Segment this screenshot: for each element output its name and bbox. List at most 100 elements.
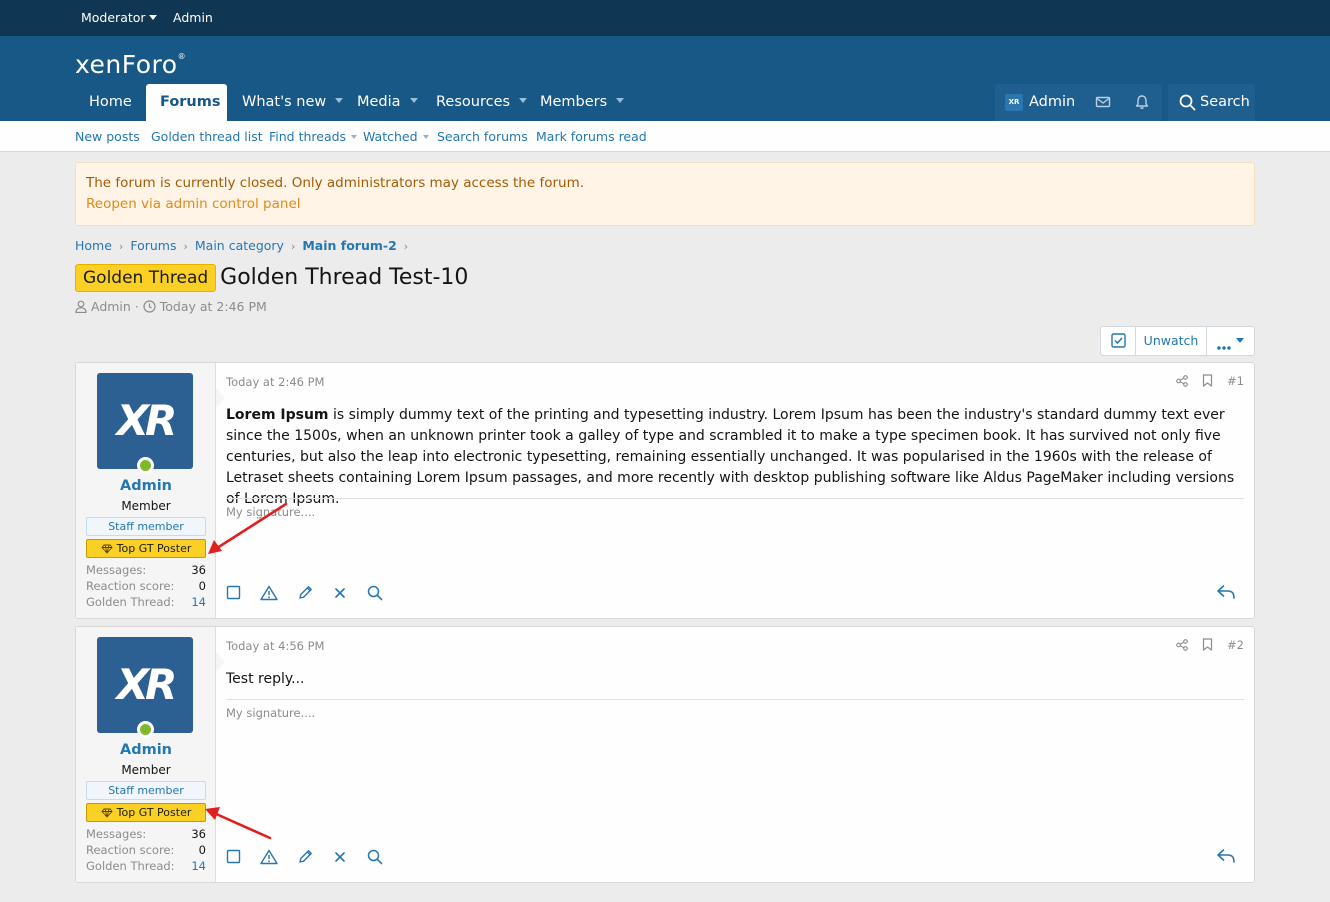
account-name[interactable]: Admin [1029,84,1075,121]
stat-golden-thread: Golden Thread: 14 [86,595,206,609]
delete-x-icon[interactable] [333,850,347,868]
chevron-down-icon [616,98,625,103]
search-button[interactable]: Search [1168,84,1255,121]
site-header: xenForo® Home Forums What's new Media Re… [0,36,1330,121]
unwatch-button[interactable]: Unwatch [1136,327,1207,355]
thread-title-row: Golden Thread Golden Thread Test-10 [75,264,468,292]
more-options-button[interactable] [1207,327,1254,355]
chevron-right-icon: › [118,240,124,253]
clock-icon [143,299,156,314]
forum-closed-notice: The forum is currently closed. Only admi… [75,162,1255,226]
post-timestamp[interactable]: Today at 4:56 PM [226,639,324,653]
post-number[interactable]: #2 [1227,638,1244,652]
stat-messages: Messages: 36 [86,827,206,841]
avatar[interactable]: XR [97,637,193,733]
delete-x-icon[interactable] [333,586,347,604]
notice-message: The forum is currently closed. Only admi… [86,175,585,191]
online-indicator-icon [137,457,154,474]
edit-pencil-icon[interactable] [297,584,314,605]
chevron-right-icon: › [183,240,188,253]
subnav-golden-thread-list[interactable]: Golden thread list [151,121,263,152]
registered-mark: ® [177,52,187,61]
staff-member-banner: Staff member [86,781,206,800]
share-icon[interactable] [1175,374,1188,387]
site-logo[interactable]: xenForo® [75,50,186,79]
breadcrumb-main-forum[interactable]: Main forum-2 [302,238,396,253]
subnav-find-threads[interactable]: Find threads [269,121,358,152]
post-body: Test reply... [226,669,1244,690]
admin-link[interactable]: Admin [173,0,213,36]
user-stats: Messages: 36 Reaction score: 0 Golden Thre… [86,562,206,610]
subnav-mark-forums-read[interactable]: Mark forums read [536,121,647,152]
annotation-arrow-2 [205,807,272,840]
top-gt-poster-banner: Top GT Poster [86,803,206,822]
breadcrumb-main-category[interactable]: Main category [195,238,284,253]
staff-member-banner: Staff member [86,517,206,536]
user-stats: Messages: 36 Reaction score: 0 Golden Thre… [86,826,206,874]
nav-tab-home[interactable]: Home [75,84,146,121]
online-indicator-icon [137,721,154,738]
breadcrumb-home[interactable]: Home [75,238,112,253]
thread-actions: Unwatch [1100,326,1255,356]
user-cell-arrow [216,388,225,408]
chevron-down-icon [148,15,157,20]
annotation-arrow-1 [208,502,288,554]
select-post-checkbox-icon[interactable] [226,849,241,868]
post-header-icons: #1 [1166,373,1244,389]
breadcrumb-forums[interactable]: Forums [130,238,176,253]
post-username[interactable]: Admin [76,478,216,494]
reply-icon[interactable] [1216,584,1236,604]
stat-reaction-score: Reaction score: 0 [86,579,206,593]
post-timestamp[interactable]: Today at 2:46 PM [226,375,324,389]
chevron-right-icon: › [403,240,409,253]
search-ip-icon[interactable] [367,585,383,605]
nav-tab-members[interactable]: Members [526,84,638,121]
report-warning-icon[interactable] [260,585,278,605]
chevron-down-icon [409,98,418,103]
post-signature: My signature.... [226,706,316,720]
thread-date[interactable]: Today at 2:46 PM [160,299,267,314]
reopen-link[interactable]: Reopen via admin control panel [86,196,301,212]
post-1: XR Admin Member Staff member Top GT Post… [75,362,1255,619]
nav-tab-forums[interactable]: Forums [146,84,227,121]
chevron-down-icon [422,135,429,139]
post-number[interactable]: #1 [1227,374,1244,388]
diamond-icon [101,544,113,554]
user-cell-arrow [216,652,225,672]
search-ip-icon[interactable] [367,849,383,869]
signature-divider [226,699,1244,700]
nav-tab-whats-new[interactable]: What's new [228,84,357,121]
nav-tab-media[interactable]: Media [343,84,432,121]
select-thread-button[interactable] [1101,327,1136,355]
edit-pencil-icon[interactable] [297,848,314,869]
thread-author[interactable]: Admin [91,299,131,314]
moderator-menu[interactable]: Moderator [81,0,157,36]
reply-icon[interactable] [1216,848,1236,868]
post-body-text: Test reply... [226,671,305,687]
subnav-watched[interactable]: Watched [363,121,429,152]
envelope-icon[interactable] [1095,94,1111,114]
share-icon[interactable] [1175,638,1188,651]
report-warning-icon[interactable] [260,849,278,869]
avatar[interactable]: XR [97,373,193,469]
post-body: Lorem Ipsum is simply dummy text of the … [226,405,1244,510]
post-username[interactable]: Admin [76,742,216,758]
chevron-right-icon: › [290,240,296,253]
diamond-icon [101,808,113,818]
subnav-new-posts[interactable]: New posts [75,121,140,152]
bookmark-icon[interactable] [1202,374,1213,387]
post-user-cell: XR Admin Member Staff member Top GT Post… [76,363,216,618]
account-avatar[interactable]: XR [1005,94,1023,111]
page-title: Golden Thread Test-10 [220,265,469,290]
account-menu: XR Admin [995,84,1162,121]
nav-tab-resources[interactable]: Resources [422,84,541,121]
bell-icon[interactable] [1134,94,1150,114]
search-icon [1179,94,1196,115]
subnav-search-forums[interactable]: Search forums [437,121,528,152]
checkbox-checked-icon [1111,333,1126,352]
signature-divider [226,498,1244,499]
bookmark-icon[interactable] [1202,638,1213,651]
stat-golden-thread: Golden Thread: 14 [86,859,206,873]
post-actions [226,848,398,868]
select-post-checkbox-icon[interactable] [226,585,241,604]
